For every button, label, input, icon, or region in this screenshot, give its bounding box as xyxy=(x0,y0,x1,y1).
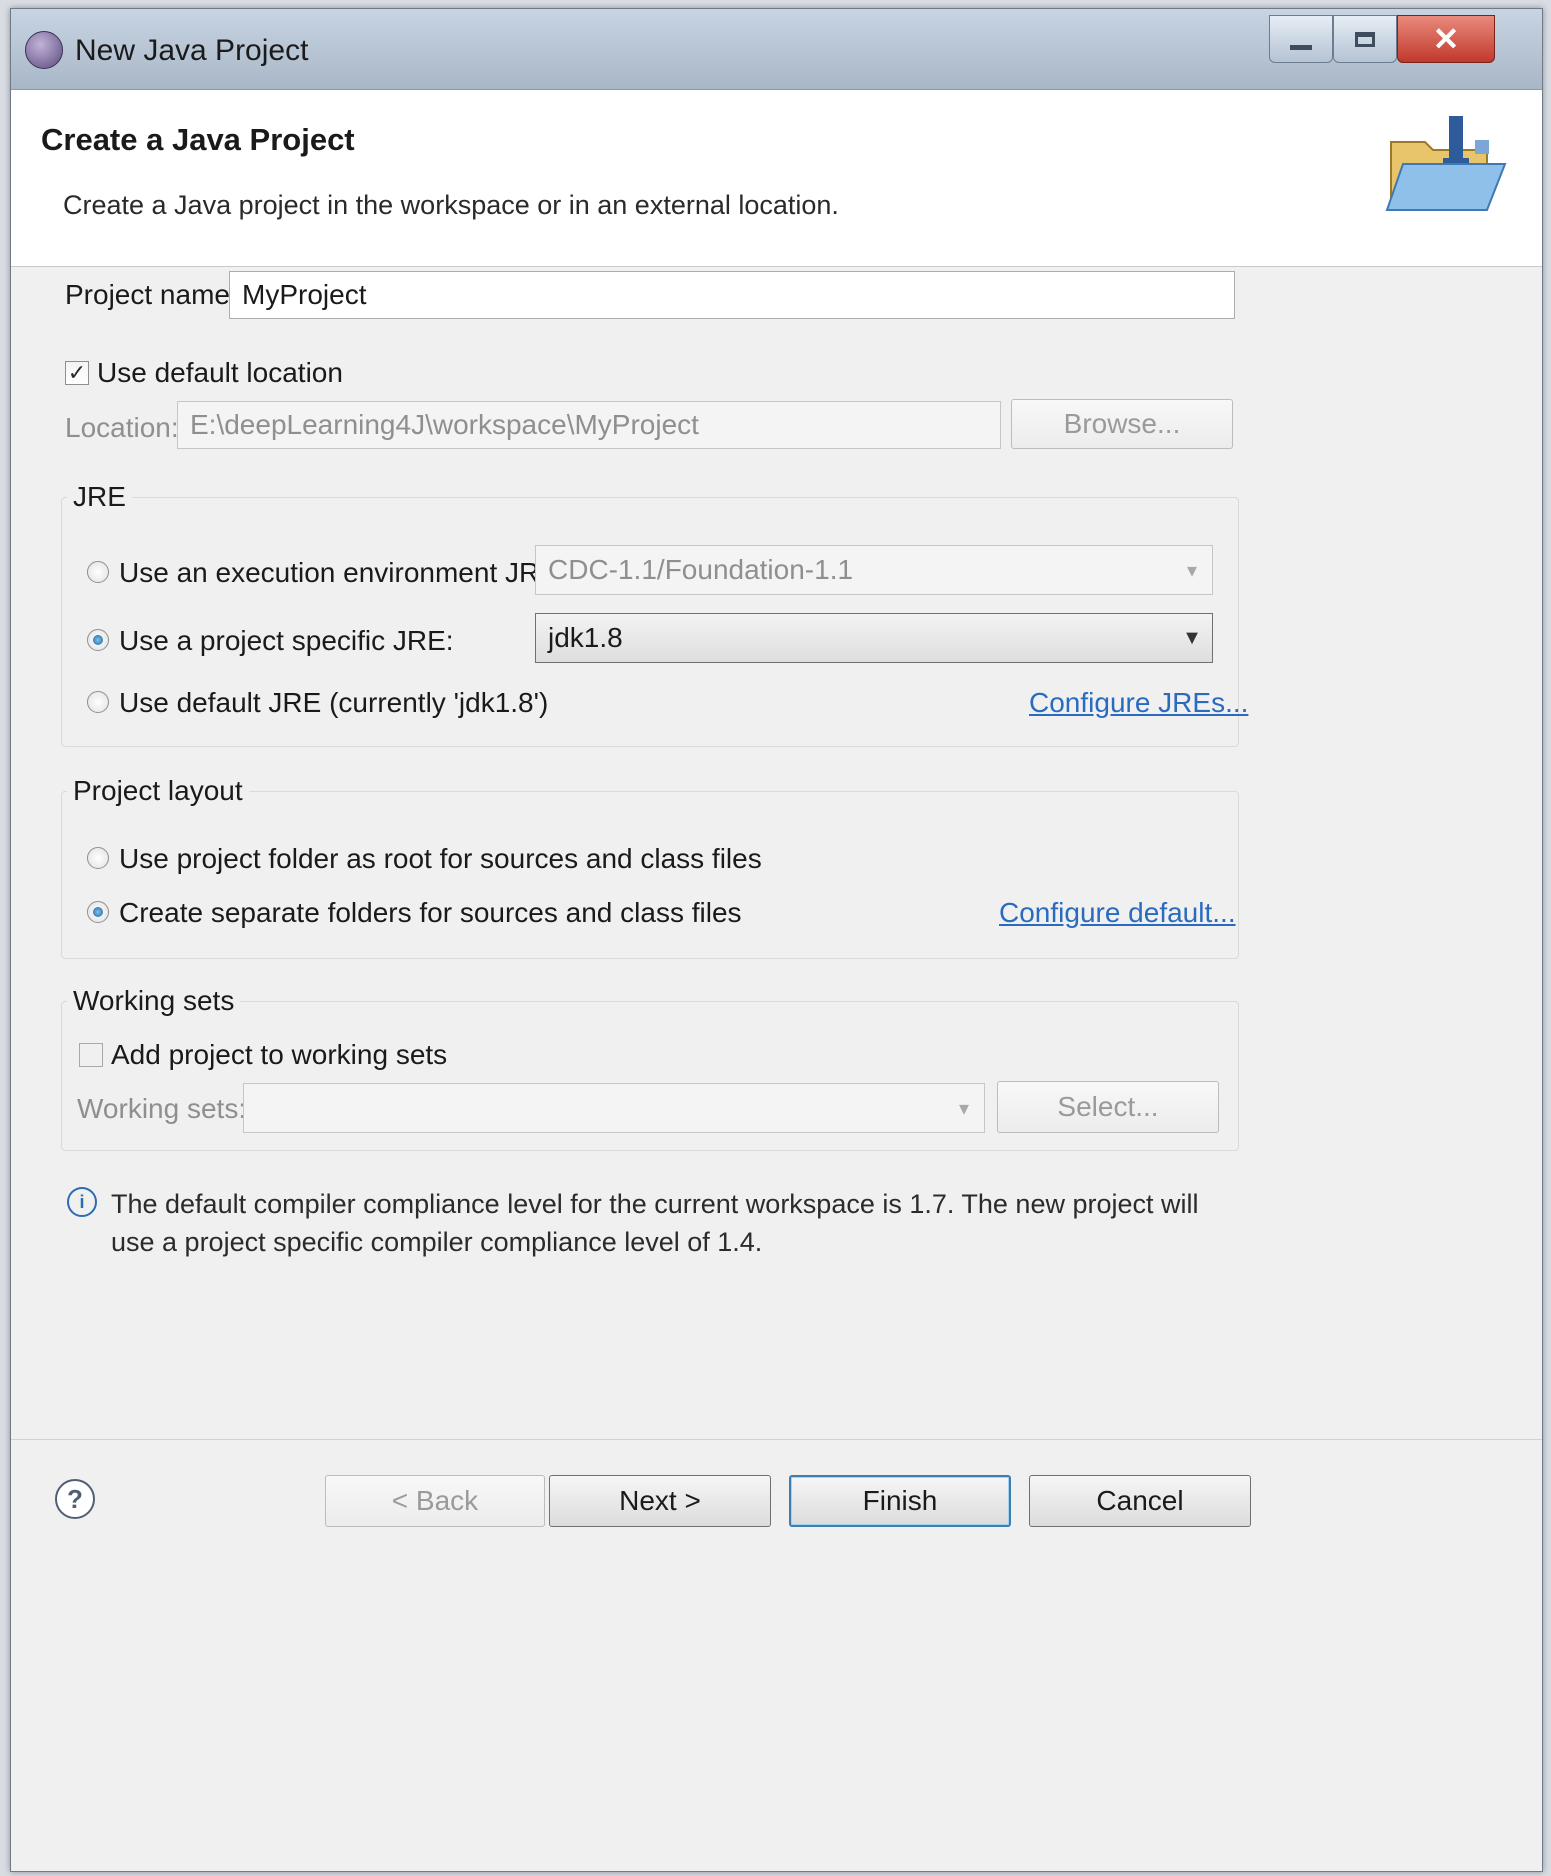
configure-default-link[interactable]: Configure default... xyxy=(999,897,1236,929)
title-bar[interactable]: New Java Project ✕ xyxy=(11,9,1542,90)
working-sets-group-label: Working sets xyxy=(67,985,241,1017)
execution-environment-jre-label: Use an execution environment JRE: xyxy=(119,557,566,588)
cancel-button[interactable]: Cancel xyxy=(1029,1475,1251,1527)
eclipse-icon xyxy=(25,31,63,69)
separate-folders-label: Create separate folders for sources and … xyxy=(119,897,742,928)
project-name-label: Project name: xyxy=(65,279,238,310)
finish-button[interactable]: Finish xyxy=(789,1475,1011,1527)
configure-jres-link[interactable]: Configure JREs... xyxy=(1029,687,1248,719)
add-to-working-sets-label: Add project to working sets xyxy=(111,1039,448,1070)
java-project-folder-icon xyxy=(1385,116,1507,211)
info-icon: i xyxy=(67,1187,97,1217)
execution-environment-select[interactable]: CDC-1.1/Foundation-1.1 ▾ xyxy=(535,545,1213,595)
new-java-project-dialog: New Java Project ✕ Create a Java Project… xyxy=(10,8,1543,1872)
project-layout-group-label: Project layout xyxy=(67,775,249,807)
location-input[interactable]: E:\deepLearning4J\workspace\MyProject xyxy=(177,401,1001,449)
default-jre-label: Use default JRE (currently 'jdk1.8') xyxy=(119,687,549,718)
page-title: Create a Java Project xyxy=(41,122,355,157)
execution-environment-value: CDC-1.1/Foundation-1.1 xyxy=(548,554,854,585)
back-button[interactable]: < Back xyxy=(325,1475,545,1527)
add-to-working-sets-checkbox[interactable] xyxy=(79,1043,103,1067)
use-default-location-checkbox[interactable]: ✓ xyxy=(65,361,89,385)
project-layout-group xyxy=(61,791,1239,959)
next-button[interactable]: Next > xyxy=(549,1475,771,1527)
close-button[interactable]: ✕ xyxy=(1397,15,1495,63)
browse-button[interactable]: Browse... xyxy=(1011,399,1233,449)
project-name-input[interactable]: MyProject xyxy=(229,271,1235,319)
working-sets-select[interactable]: ▾ xyxy=(243,1083,985,1133)
project-specific-jre-value: jdk1.8 xyxy=(548,622,623,653)
use-default-location-label: Use default location xyxy=(97,357,343,388)
minimize-button[interactable] xyxy=(1269,15,1333,63)
radio-project-folder-root[interactable] xyxy=(87,847,109,869)
help-icon[interactable]: ? xyxy=(55,1479,95,1519)
project-folder-root-label: Use project folder as root for sources a… xyxy=(119,843,762,874)
footer-divider xyxy=(11,1439,1542,1440)
radio-default-jre[interactable] xyxy=(87,691,109,713)
location-label: Location: xyxy=(65,412,179,443)
chevron-down-icon: ▼ xyxy=(1182,626,1202,649)
project-specific-jre-label: Use a project specific JRE: xyxy=(119,625,454,656)
wizard-header: Create a Java Project Create a Java proj… xyxy=(11,90,1542,267)
radio-execution-environment-jre[interactable] xyxy=(87,561,109,583)
compliance-info-message: The default compiler compliance level fo… xyxy=(111,1189,1199,1257)
working-sets-label: Working sets: xyxy=(77,1093,247,1124)
chevron-down-icon: ▾ xyxy=(1186,559,1198,582)
project-specific-jre-select[interactable]: jdk1.8 ▼ xyxy=(535,613,1213,663)
window-title: New Java Project xyxy=(75,34,309,67)
maximize-button[interactable] xyxy=(1333,15,1397,63)
chevron-down-icon: ▾ xyxy=(958,1097,970,1120)
radio-separate-folders[interactable] xyxy=(87,901,109,923)
close-icon: ✕ xyxy=(1432,21,1460,57)
radio-project-specific-jre[interactable] xyxy=(87,629,109,651)
page-description: Create a Java project in the workspace o… xyxy=(63,190,839,220)
minimize-icon xyxy=(1290,44,1312,50)
select-working-sets-button[interactable]: Select... xyxy=(997,1081,1219,1133)
maximize-icon xyxy=(1355,31,1375,47)
jre-group-label: JRE xyxy=(67,481,132,513)
